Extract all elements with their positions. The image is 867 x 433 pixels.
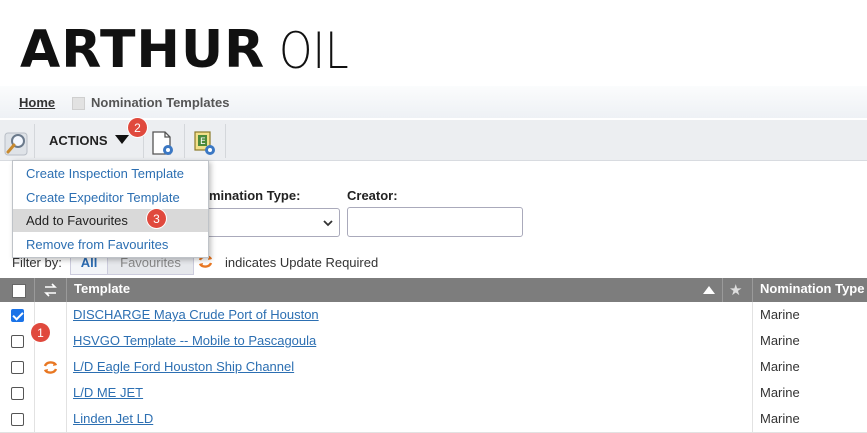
expeditor-settings-icon[interactable]: E [192, 129, 218, 157]
nomination-type-cell: Marine [760, 307, 800, 322]
breadcrumb: Home Nomination Templates [0, 86, 867, 118]
column-divider [34, 278, 35, 302]
nomination-type-cell: Marine [760, 333, 800, 348]
creator-label: Creator: [347, 188, 398, 203]
template-column-header[interactable]: Template [74, 281, 130, 296]
column-divider [66, 278, 67, 302]
column-divider [66, 354, 67, 380]
chevron-down-icon [323, 220, 333, 227]
menu-item-add-to-favourites[interactable]: Add to Favourites [13, 209, 208, 232]
select-all-checkbox[interactable] [12, 284, 26, 298]
document-settings-icon[interactable] [150, 129, 176, 157]
template-link[interactable]: HSVGO Template -- Mobile to Pascagoula [73, 333, 316, 348]
logo-name-light: OIL [279, 22, 349, 80]
toolbar-divider [34, 124, 35, 158]
menu-item-label: Remove from Favourites [26, 237, 169, 252]
table-row[interactable]: L/D Eagle Ford Houston Ship Channel Marin… [0, 354, 867, 381]
template-link[interactable]: DISCHARGE Maya Crude Port of Houston [73, 307, 319, 322]
column-divider [752, 380, 753, 406]
toolbar-divider [184, 124, 185, 158]
template-link[interactable]: Linden Jet LD [73, 411, 153, 426]
table-row[interactable]: HSVGO Template -- Mobile to Pascagoula Ma… [0, 328, 867, 355]
svg-text:E: E [200, 137, 206, 147]
column-divider [34, 354, 35, 380]
breadcrumb-current: Nomination Templates [91, 95, 230, 110]
column-divider [752, 302, 753, 328]
table-header: Template ★ Nomination Type [0, 278, 867, 302]
menu-item-label: Add to Favourites [26, 213, 128, 228]
sort-ascending-icon[interactable] [703, 286, 715, 294]
menu-item-label: Create Expeditor Template [26, 190, 180, 205]
column-divider [34, 380, 35, 406]
favourite-star-icon[interactable]: ★ [729, 281, 742, 299]
step-badge-3: 3 [147, 209, 166, 228]
table-row[interactable]: DISCHARGE Maya Crude Port of Houston Mari… [0, 302, 867, 329]
column-divider [66, 380, 67, 406]
toolbar-divider [225, 124, 226, 158]
menu-item-create-expeditor-template[interactable]: Create Expeditor Template [13, 186, 208, 209]
nomination-type-cell: Marine [760, 359, 800, 374]
template-link[interactable]: L/D Eagle Ford Houston Ship Channel [73, 359, 294, 374]
column-divider [66, 328, 67, 354]
nomination-type-cell: Marine [760, 411, 800, 426]
update-required-legend: indicates Update Required [225, 255, 379, 270]
nomination-type-label: omination Type: [201, 188, 301, 203]
nomination-type-cell: Marine [760, 385, 800, 400]
column-divider [722, 278, 723, 302]
row-checkbox[interactable] [11, 309, 24, 322]
row-checkbox[interactable] [11, 413, 24, 426]
template-link[interactable]: L/D ME JET [73, 385, 143, 400]
search-icon[interactable] [4, 131, 28, 157]
column-divider [752, 406, 753, 432]
column-divider [34, 406, 35, 432]
actions-menu-button[interactable]: ACTIONS [49, 133, 108, 148]
step-badge-2: 2 [128, 118, 147, 137]
column-divider [752, 354, 753, 380]
menu-item-create-inspection-template[interactable]: Create Inspection Template [13, 162, 208, 185]
column-divider [752, 328, 753, 354]
column-divider [66, 406, 67, 432]
table-row[interactable]: L/D ME JET Marine [0, 380, 867, 407]
logo-name-bold: ARTHUR [20, 20, 266, 80]
row-checkbox[interactable] [11, 335, 24, 348]
update-required-icon [43, 361, 58, 374]
menu-item-remove-from-favourites[interactable]: Remove from Favourites [13, 233, 208, 256]
row-checkbox[interactable] [11, 361, 24, 374]
nomination-type-column-header[interactable]: Nomination Type [760, 281, 864, 296]
column-divider [66, 302, 67, 328]
row-checkbox[interactable] [11, 387, 24, 400]
chevron-down-icon[interactable] [115, 135, 129, 144]
step-badge-1: 1 [31, 323, 50, 342]
breadcrumb-home-link[interactable]: Home [19, 95, 55, 110]
creator-input[interactable] [347, 207, 523, 237]
table-row[interactable]: Linden Jet LD Marine [0, 406, 867, 433]
actions-dropdown-menu: Create Inspection Template Create Expedi… [12, 160, 209, 258]
sync-icon [44, 283, 57, 297]
column-divider [752, 278, 753, 302]
page-icon [72, 97, 85, 110]
nomination-type-select[interactable] [196, 208, 340, 237]
company-logo: ARTHUR OIL [20, 16, 361, 76]
menu-item-label: Create Inspection Template [26, 166, 185, 181]
